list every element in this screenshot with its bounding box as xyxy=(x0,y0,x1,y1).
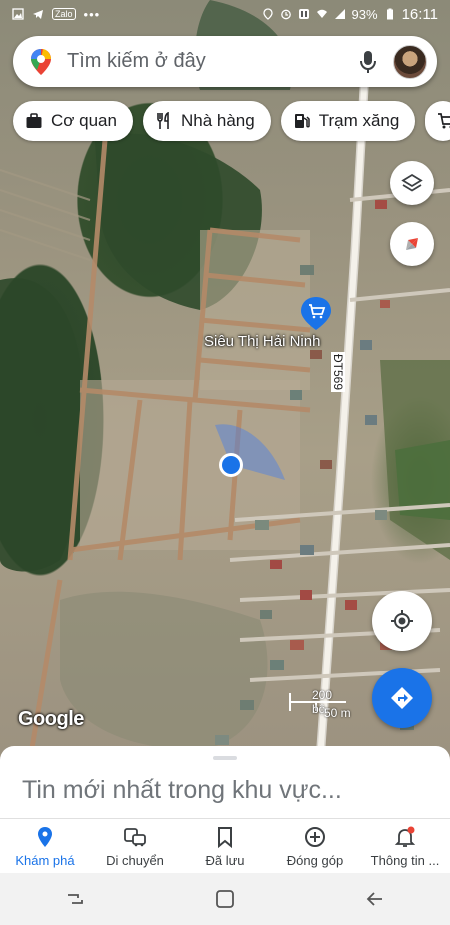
home-icon[interactable] xyxy=(214,888,236,910)
sheet-handle[interactable] xyxy=(213,756,237,760)
explore-pin-icon xyxy=(38,826,52,847)
notification-bell-icon xyxy=(394,826,416,847)
chip-restaurants[interactable]: Nhà hàng xyxy=(142,101,271,141)
nav-updates[interactable]: Thông tin ... xyxy=(360,819,450,873)
chip-work[interactable]: Cơ quan xyxy=(13,101,133,141)
gallery-icon xyxy=(12,8,24,20)
add-circle-icon xyxy=(305,826,325,847)
signal-icon xyxy=(334,9,345,19)
road-label: ĐT569 xyxy=(331,352,345,393)
commute-icon xyxy=(124,827,146,846)
briefcase-icon xyxy=(26,113,42,128)
chip-label: Trạm xăng xyxy=(318,111,400,130)
compass-button[interactable] xyxy=(390,222,434,266)
chip-label: Nhà hàng xyxy=(180,111,255,130)
chip-gas-stations[interactable]: Trạm xăng xyxy=(280,101,416,141)
more-dots-icon: ••• xyxy=(83,6,101,22)
search-placeholder[interactable]: Tìm kiếm ở đây xyxy=(67,50,357,73)
bookmark-icon xyxy=(218,826,232,848)
back-icon[interactable] xyxy=(364,888,386,910)
bottom-nav: Khám phá Di chuyển Đã lưu Đóng góp Thông… xyxy=(0,818,450,873)
wifi-icon xyxy=(316,9,327,18)
directions-button[interactable] xyxy=(372,668,432,728)
my-location-button[interactable] xyxy=(372,591,432,651)
shopping-cart-icon xyxy=(438,113,450,129)
status-bar: Zalo ••• 93% 16:11 xyxy=(0,0,450,28)
restaurant-icon xyxy=(157,112,169,129)
nav-label: Đóng góp xyxy=(286,852,344,868)
battery-icon xyxy=(386,8,393,20)
avatar[interactable] xyxy=(393,44,427,79)
location-icon xyxy=(262,8,273,20)
zalo-icon: Zalo xyxy=(52,8,76,20)
system-nav-bar xyxy=(0,873,450,925)
nav-label: Khám phá xyxy=(15,852,75,868)
google-logo: Google xyxy=(18,708,84,730)
compass-icon xyxy=(406,238,418,250)
my-location-icon xyxy=(391,610,413,632)
directions-icon xyxy=(391,687,413,709)
clock: 16:11 xyxy=(401,5,438,23)
scale-metric: 50 m xyxy=(324,706,351,720)
alarm-icon xyxy=(280,9,291,20)
nav-commute[interactable]: Di chuyển xyxy=(90,819,180,873)
nav-explore[interactable]: Khám phá xyxy=(0,819,90,873)
data-icon xyxy=(298,9,309,19)
nav-saved[interactable]: Đã lưu xyxy=(180,819,270,873)
microphone-icon[interactable] xyxy=(357,49,379,75)
sheet-title: Tin mới nhất trong khu vực... xyxy=(22,776,342,804)
telegram-icon xyxy=(33,10,43,19)
google-maps-pin-icon xyxy=(31,48,51,75)
nav-label: Thông tin ... xyxy=(370,852,440,868)
layers-button[interactable] xyxy=(390,161,434,205)
layers-icon xyxy=(401,173,423,192)
battery-percent: 93% xyxy=(351,6,378,22)
nav-label: Di chuyển xyxy=(106,852,164,868)
nav-label: Đã lưu xyxy=(205,852,245,868)
explore-sheet[interactable]: Tin mới nhất trong khu vực... xyxy=(0,746,450,818)
nav-contribute[interactable]: Đóng góp xyxy=(270,819,360,873)
recent-apps-icon[interactable] xyxy=(64,888,86,910)
category-chips: Cơ quan Nhà hàng Trạm xăng xyxy=(13,101,450,141)
chip-label: Cơ quan xyxy=(51,111,117,130)
gas-station-icon xyxy=(294,114,310,128)
place-label[interactable]: Siêu Thị Hải Ninh xyxy=(204,333,320,350)
chip-shopping[interactable] xyxy=(425,101,450,141)
search-bar[interactable]: Tìm kiếm ở đây xyxy=(13,36,437,87)
